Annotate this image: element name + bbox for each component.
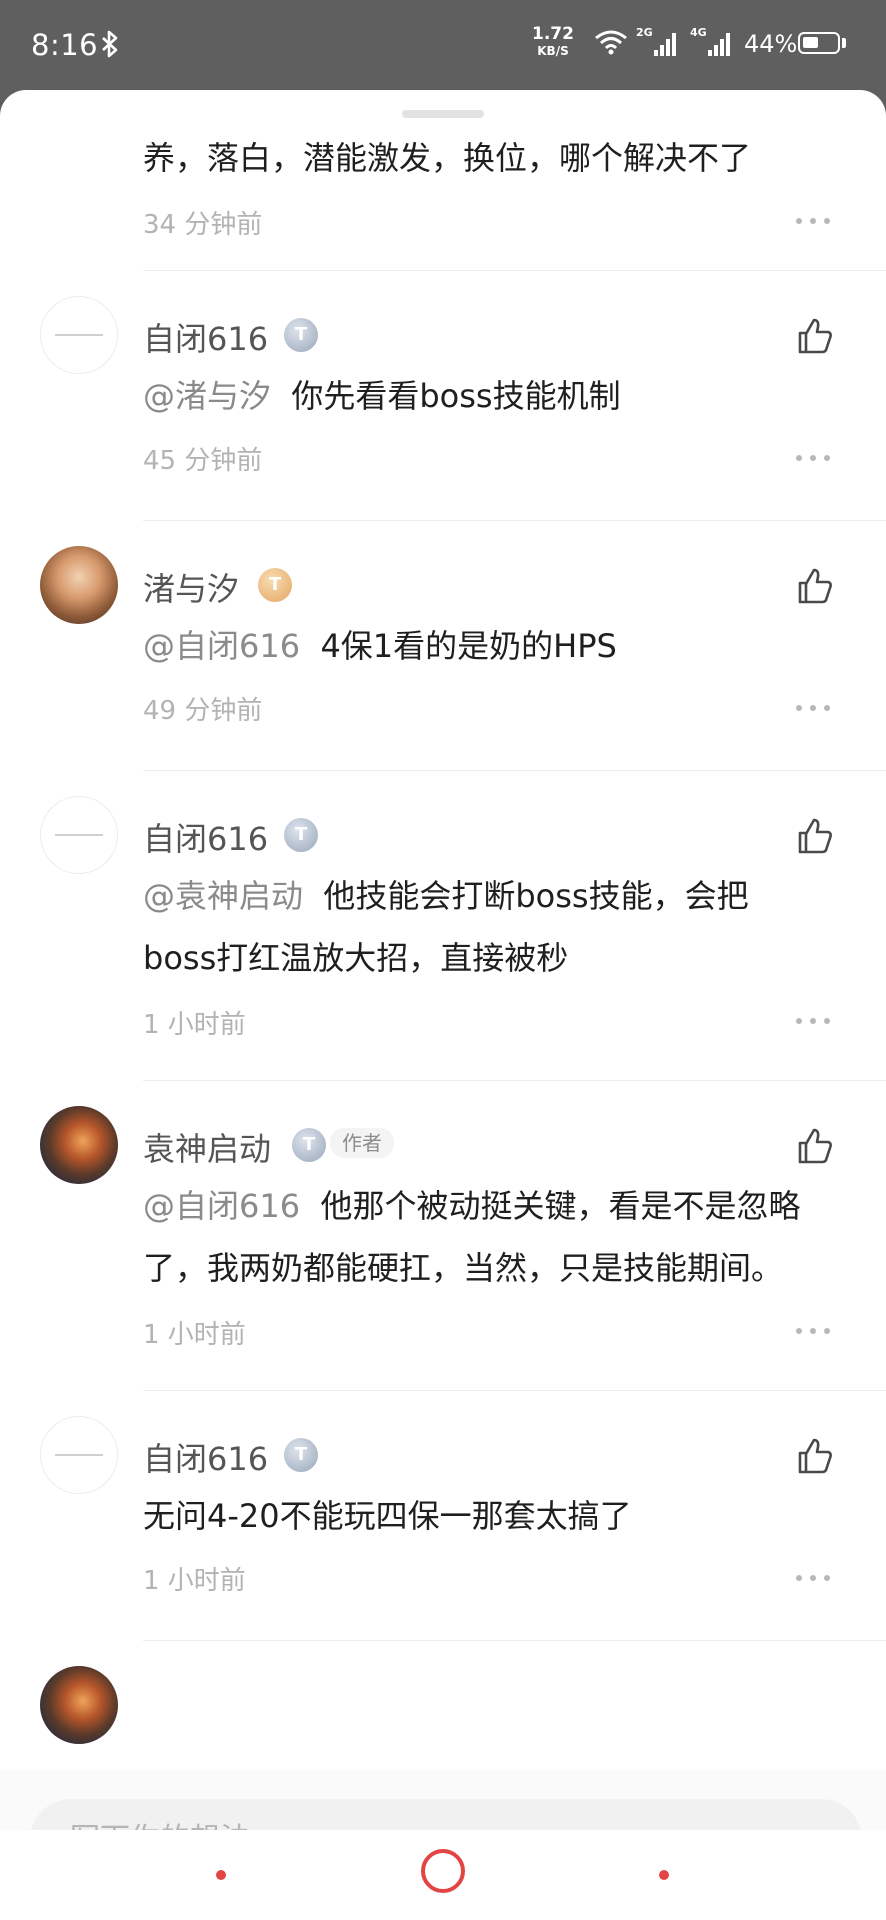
status-time: 8:16	[31, 28, 99, 62]
level-badge: T	[292, 1128, 326, 1162]
avatar[interactable]	[40, 796, 118, 874]
mention-link[interactable]: @自闭616	[143, 627, 300, 665]
network-speed: 1.72 KB/S	[532, 24, 574, 59]
more-icon[interactable]	[796, 218, 830, 226]
level-badge: T	[284, 1438, 318, 1472]
wifi-icon	[594, 28, 628, 60]
sheet-drag-handle[interactable]	[402, 110, 484, 118]
comment-time: 34 分钟前	[143, 210, 263, 240]
comment-text: @渚与汐 你先看看boss技能机制	[143, 377, 621, 415]
divider	[143, 770, 886, 771]
recents-nav-icon[interactable]	[659, 1870, 669, 1880]
home-nav-icon[interactable]	[421, 1849, 465, 1893]
mention-link[interactable]: @渚与汐	[143, 377, 271, 415]
signal-icon: 2G	[636, 26, 682, 64]
more-icon[interactable]	[796, 1018, 830, 1026]
mention-link[interactable]: @自闭616	[143, 1187, 300, 1225]
comment-time: 45 分钟前	[143, 446, 263, 476]
divider	[143, 1080, 886, 1081]
mention-link[interactable]: @袁神启动	[143, 877, 303, 915]
more-icon[interactable]	[796, 1575, 830, 1583]
comment-time: 49 分钟前	[143, 696, 263, 726]
comment-username[interactable]: 自闭616	[143, 814, 268, 860]
divider	[143, 1640, 886, 1641]
avatar[interactable]	[40, 1666, 118, 1744]
divider	[143, 1390, 886, 1391]
comment-text: 养，落白，潜能激发，换位，哪个解决不了	[143, 139, 752, 177]
like-icon[interactable]	[794, 1126, 834, 1166]
level-badge: T	[284, 318, 318, 352]
battery-icon	[798, 32, 840, 54]
comment-username[interactable]: 自闭616	[143, 1434, 268, 1480]
comment-text: 无问4-20不能玩四保一那套太搞了	[143, 1497, 632, 1535]
level-badge: T	[284, 818, 318, 852]
like-icon[interactable]	[794, 1436, 834, 1476]
comment-username[interactable]: 自闭616	[143, 314, 268, 360]
avatar[interactable]	[40, 1416, 118, 1494]
status-bar: 8:16 1.72 KB/S 2G 4G 44%	[0, 0, 886, 92]
more-icon[interactable]	[796, 705, 830, 713]
comment-time: 1 小时前	[143, 1566, 246, 1596]
avatar[interactable]	[40, 546, 118, 624]
divider	[143, 520, 886, 521]
like-icon[interactable]	[794, 316, 834, 356]
comment-sheet: 养，落白，潜能激发，换位，哪个解决不了 34 分钟前 自闭616 T @渚与汐 …	[0, 90, 886, 1920]
more-icon[interactable]	[796, 455, 830, 463]
back-nav-icon[interactable]	[216, 1870, 226, 1880]
avatar[interactable]	[40, 1106, 118, 1184]
comment-text: @自闭616 4保1看的是奶的HPS	[143, 627, 617, 665]
signal-icon: 4G	[690, 26, 736, 64]
more-icon[interactable]	[796, 1328, 830, 1336]
comment-text: @自闭616 他那个被动挺关键，看是不是忽略 了，我两奶都能硬扛，当然，只是技能…	[143, 1187, 801, 1287]
avatar[interactable]	[40, 296, 118, 374]
comment-time: 1 小时前	[143, 1010, 246, 1040]
bluetooth-icon	[100, 30, 120, 62]
author-badge: 作者	[330, 1128, 394, 1158]
like-icon[interactable]	[794, 566, 834, 606]
like-icon[interactable]	[794, 816, 834, 856]
comment-username[interactable]: 渚与汐	[143, 564, 239, 610]
level-badge: T	[258, 568, 292, 602]
comment-text: @袁神启动 他技能会打断boss技能，会把 boss打红温放大招，直接被秒	[143, 877, 749, 977]
comment-username[interactable]: 袁神启动	[143, 1124, 271, 1170]
battery-percent: 44%	[744, 30, 798, 58]
navigation-bar	[0, 1830, 886, 1920]
battery-tip	[842, 38, 846, 48]
divider	[143, 270, 886, 271]
comment-time: 1 小时前	[143, 1320, 246, 1350]
